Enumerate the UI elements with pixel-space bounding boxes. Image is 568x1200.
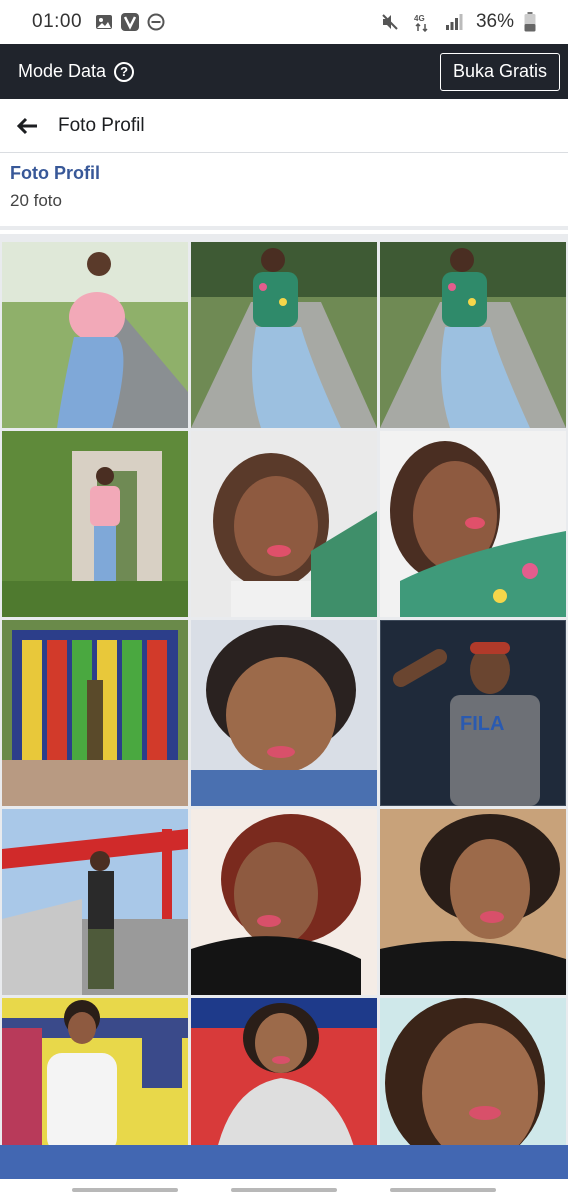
bottom-banner[interactable] xyxy=(0,1145,568,1179)
photo-image xyxy=(2,998,188,1146)
dnd-icon xyxy=(146,12,166,32)
4g-data-icon: 4G xyxy=(412,12,432,32)
photo-image xyxy=(380,809,566,995)
status-time: 01:00 xyxy=(32,11,83,32)
mute-icon xyxy=(380,12,400,32)
photo-thumbnail[interactable] xyxy=(380,809,566,995)
photo-grid: FILA xyxy=(2,242,566,1146)
album-title[interactable]: Foto Profil xyxy=(10,163,558,184)
status-right: 4G 36% xyxy=(380,11,546,33)
page-header: Foto Profil xyxy=(0,99,568,153)
photo-image xyxy=(191,242,377,428)
svg-text:4G: 4G xyxy=(414,14,425,23)
svg-text:FILA: FILA xyxy=(460,713,504,735)
photo-thumbnail[interactable] xyxy=(191,431,377,617)
photo-image xyxy=(380,431,566,617)
photo-thumbnail[interactable] xyxy=(2,620,188,806)
back-arrow-icon[interactable] xyxy=(16,115,38,137)
open-free-button[interactable]: Buka Gratis xyxy=(439,52,560,91)
photo-image xyxy=(2,620,188,806)
photo-image xyxy=(2,242,188,428)
photo-image xyxy=(2,431,188,617)
system-nav-bar xyxy=(0,1179,568,1200)
data-mode-bar: Mode Data ? Buka Gratis xyxy=(0,44,568,99)
photo-thumbnail[interactable] xyxy=(380,242,566,428)
photo-thumbnail[interactable] xyxy=(2,431,188,617)
photo-image xyxy=(380,998,566,1146)
nav-home-button[interactable] xyxy=(231,1188,337,1192)
data-mode-label: Mode Data xyxy=(18,61,107,81)
photo-image: FILA xyxy=(380,620,566,806)
photo-thumbnail[interactable] xyxy=(380,998,566,1146)
gallery-icon xyxy=(94,12,114,32)
album-info: Foto Profil 20 foto xyxy=(0,154,568,230)
photo-image xyxy=(2,809,188,995)
photo-thumbnail[interactable] xyxy=(2,809,188,995)
v-app-icon xyxy=(120,12,140,32)
page-title: Foto Profil xyxy=(58,114,145,136)
photo-image xyxy=(191,431,377,617)
photo-thumbnail[interactable]: FILA xyxy=(380,620,566,806)
photo-thumbnail[interactable] xyxy=(191,998,377,1146)
status-bar: 01:00 4G 36% xyxy=(0,0,568,44)
photo-thumbnail[interactable] xyxy=(191,809,377,995)
photo-thumbnail[interactable] xyxy=(2,242,188,428)
nav-recents-button[interactable] xyxy=(72,1188,178,1192)
photo-image xyxy=(380,242,566,428)
album-photo-count: 20 foto xyxy=(10,191,62,210)
photo-thumbnail[interactable] xyxy=(191,620,377,806)
photo-image xyxy=(191,998,377,1146)
nav-back-button[interactable] xyxy=(390,1188,496,1192)
photo-thumbnail[interactable] xyxy=(2,998,188,1146)
help-icon[interactable]: ? xyxy=(114,61,135,82)
battery-percent: 36% xyxy=(475,11,514,32)
signal-icon xyxy=(444,12,464,32)
battery-icon xyxy=(520,12,540,32)
photo-image xyxy=(191,809,377,995)
photo-image xyxy=(191,620,377,806)
photo-grid-area: FILA xyxy=(0,234,568,1146)
photo-thumbnail[interactable] xyxy=(380,431,566,617)
photo-thumbnail[interactable] xyxy=(191,242,377,428)
